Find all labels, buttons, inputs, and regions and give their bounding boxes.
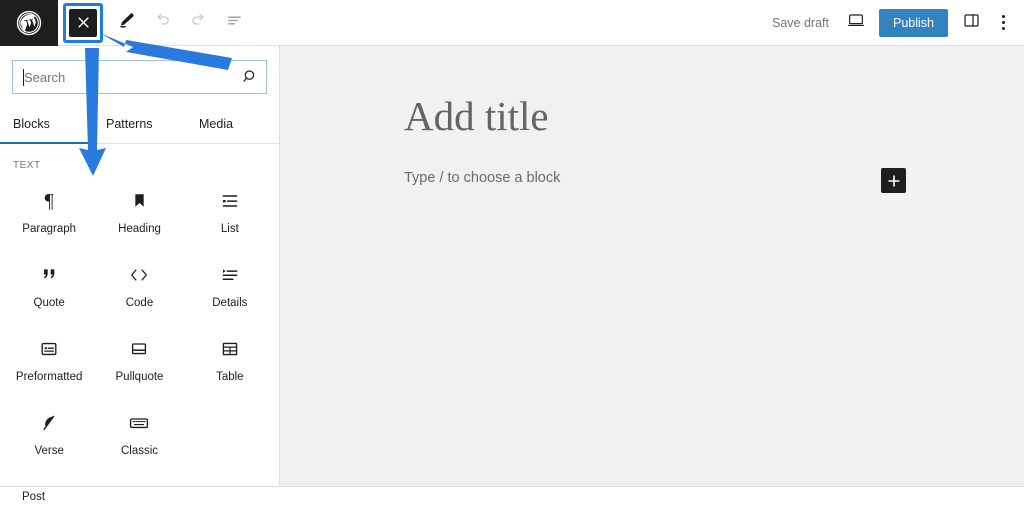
tab-patterns[interactable]: Patterns [93, 104, 186, 143]
block-item-table[interactable]: Table [185, 323, 275, 397]
quote-icon [40, 263, 59, 287]
close-icon [77, 17, 89, 28]
list-icon [220, 189, 240, 213]
block-label: Verse [34, 444, 64, 457]
close-inserter-wrap [58, 0, 108, 46]
editor-bottom-bar: Post [0, 486, 1024, 506]
block-item-classic[interactable]: Classic [94, 397, 184, 471]
close-inserter-focus-ring [63, 2, 103, 43]
block-label: List [220, 222, 239, 235]
undo-button[interactable] [144, 0, 180, 46]
redo-icon [189, 11, 208, 35]
classic-icon [128, 411, 150, 435]
preview-icon [846, 10, 866, 35]
heading-icon [130, 189, 149, 213]
plus-icon [887, 174, 900, 187]
block-item-pullquote[interactable]: Pullquote [94, 323, 184, 397]
search-input[interactable] [13, 61, 266, 93]
block-item-quote[interactable]: Quote [4, 249, 94, 323]
block-grid: ¶ Paragraph Heading List Quote Code Deta… [0, 171, 279, 471]
preview-button[interactable] [839, 0, 873, 46]
block-label: Details [212, 296, 248, 309]
block-label: Classic [120, 444, 159, 457]
search-box[interactable] [12, 60, 267, 94]
paragraph-icon: ¶ [44, 189, 54, 212]
document-overview-button[interactable] [216, 0, 252, 46]
undo-icon [153, 11, 172, 35]
wordpress-logo-icon [16, 10, 42, 36]
inserter-tabs: Blocks Patterns Media [0, 104, 279, 144]
block-label: Quote [33, 296, 65, 309]
post-body-placeholder[interactable]: Type / to choose a block [404, 170, 560, 186]
block-label: Table [216, 370, 244, 383]
block-item-preformatted[interactable]: Preformatted [4, 323, 94, 397]
inserter-search-row [0, 46, 279, 104]
search-icon [240, 69, 257, 86]
close-inserter-button[interactable] [69, 8, 97, 37]
block-item-code[interactable]: Code [94, 249, 184, 323]
preformatted-icon [39, 337, 59, 361]
block-item-list[interactable]: List [185, 175, 275, 249]
options-menu-button[interactable] [988, 0, 1018, 46]
edit-mode-button[interactable] [108, 0, 144, 46]
block-category-text: TEXT [13, 160, 41, 171]
block-label: Code [125, 296, 154, 309]
table-icon [220, 337, 240, 361]
tab-media-label: Media [199, 116, 234, 131]
redo-button[interactable] [180, 0, 216, 46]
tab-patterns-label: Patterns [106, 116, 153, 131]
publish-button[interactable]: Publish [879, 8, 948, 37]
block-inserter-panel: Blocks Patterns Media TEXT ¶ Paragraph [0, 46, 280, 486]
add-block-button[interactable] [881, 168, 906, 193]
block-label: Pullquote [115, 370, 164, 383]
code-icon [128, 263, 150, 287]
document-overview-icon [225, 11, 244, 35]
dot [1001, 27, 1005, 30]
text-caret [23, 69, 24, 86]
wordpress-block-editor: Save draft Publish Search Blocks Pattern… [0, 0, 1024, 506]
settings-sidebar-button[interactable] [954, 0, 988, 46]
pencil-icon [117, 11, 136, 35]
editor-canvas: Add title Type / to choose a block [280, 46, 1024, 486]
block-item-details[interactable]: Details [185, 249, 275, 323]
wordpress-logo-button[interactable] [0, 0, 58, 46]
pullquote-icon [129, 337, 149, 361]
block-item-verse[interactable]: Verse [4, 397, 94, 471]
save-draft-button[interactable]: Save draft [762, 16, 839, 30]
editor-top-bar: Save draft Publish [0, 0, 1024, 46]
block-item-paragraph[interactable]: ¶ Paragraph [4, 175, 94, 249]
dot [1001, 15, 1005, 18]
block-label: Heading [118, 222, 161, 235]
post-title-placeholder[interactable]: Add title [404, 96, 549, 137]
tab-blocks-label: Blocks [13, 116, 50, 131]
tab-media[interactable]: Media [186, 104, 279, 143]
block-label: Preformatted [15, 370, 83, 383]
dot [1001, 21, 1005, 24]
verse-icon [39, 411, 59, 435]
settings-sidebar-icon [962, 11, 981, 35]
details-icon [220, 263, 240, 287]
block-label: Paragraph [22, 222, 77, 235]
block-item-heading[interactable]: Heading [94, 175, 184, 249]
breadcrumb[interactable]: Post [0, 491, 45, 503]
tab-blocks[interactable]: Blocks [0, 104, 93, 144]
